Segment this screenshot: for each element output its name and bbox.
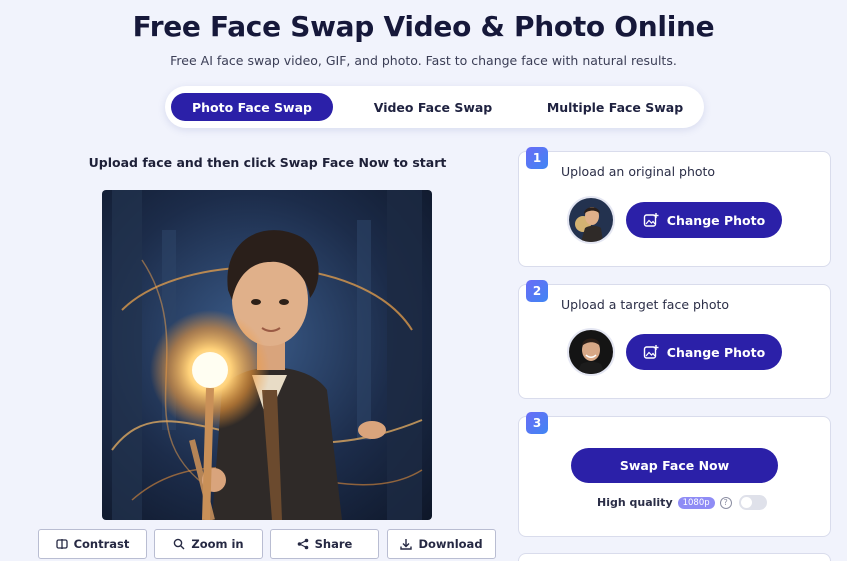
step-number-2: 2 [526,280,548,302]
change-original-photo-button[interactable]: Change Photo [626,202,782,238]
tab-multiple-face-swap[interactable]: Multiple Face Swap [533,93,697,121]
contrast-button[interactable]: Contrast [38,529,147,559]
page-subtitle: Free AI face swap video, GIF, and photo.… [170,53,677,68]
help-icon[interactable]: ? [719,496,732,509]
next-card [518,553,831,561]
contrast-label: Contrast [73,537,130,551]
step-number-1: 1 [526,147,548,169]
quality-label: High quality [597,496,673,509]
search-icon [174,538,185,550]
download-icon [400,539,413,550]
download-button[interactable]: Download [387,529,496,559]
step-1-label: Upload an original photo [561,164,716,179]
original-photo-thumbnail[interactable] [567,196,615,244]
page-title: Free Face Swap Video & Photo Online [132,10,715,43]
step-2-label: Upload a target face photo [561,297,730,312]
step-2-card: 2 Upload a target face photo Change Phot… [518,280,831,399]
change-photo-label: Change Photo [666,344,766,360]
quality-row: High quality 1080p ? [597,495,767,510]
high-quality-toggle[interactable] [738,495,767,510]
upload-hint: Upload face and then click Swap Face Now… [88,155,447,170]
quality-badge: 1080p [677,496,715,509]
change-photo-label: Change Photo [666,212,766,228]
result-preview-image [102,190,432,520]
share-button[interactable]: Share [270,529,379,559]
image-edit-icon [643,345,659,359]
target-face-thumbnail[interactable] [567,328,615,376]
mode-tabs: Photo Face Swap Video Face Swap Multiple… [165,86,704,128]
tab-photo-face-swap[interactable]: Photo Face Swap [171,93,333,121]
image-edit-icon [643,213,659,227]
tab-video-face-swap[interactable]: Video Face Swap [333,93,533,121]
share-label: Share [314,537,353,551]
share-icon [297,538,308,550]
zoom-in-button[interactable]: Zoom in [154,529,263,559]
change-target-photo-button[interactable]: Change Photo [626,334,782,370]
step-3-card: 3 Swap Face Now High quality 1080p ? [518,412,831,537]
step-number-3: 3 [526,412,548,434]
download-label: Download [418,537,483,551]
zoom-in-label: Zoom in [191,537,244,551]
swap-face-now-button[interactable]: Swap Face Now [571,448,778,483]
contrast-icon [55,539,68,549]
step-1-card: 1 Upload an original photo Change Photo [518,147,831,267]
